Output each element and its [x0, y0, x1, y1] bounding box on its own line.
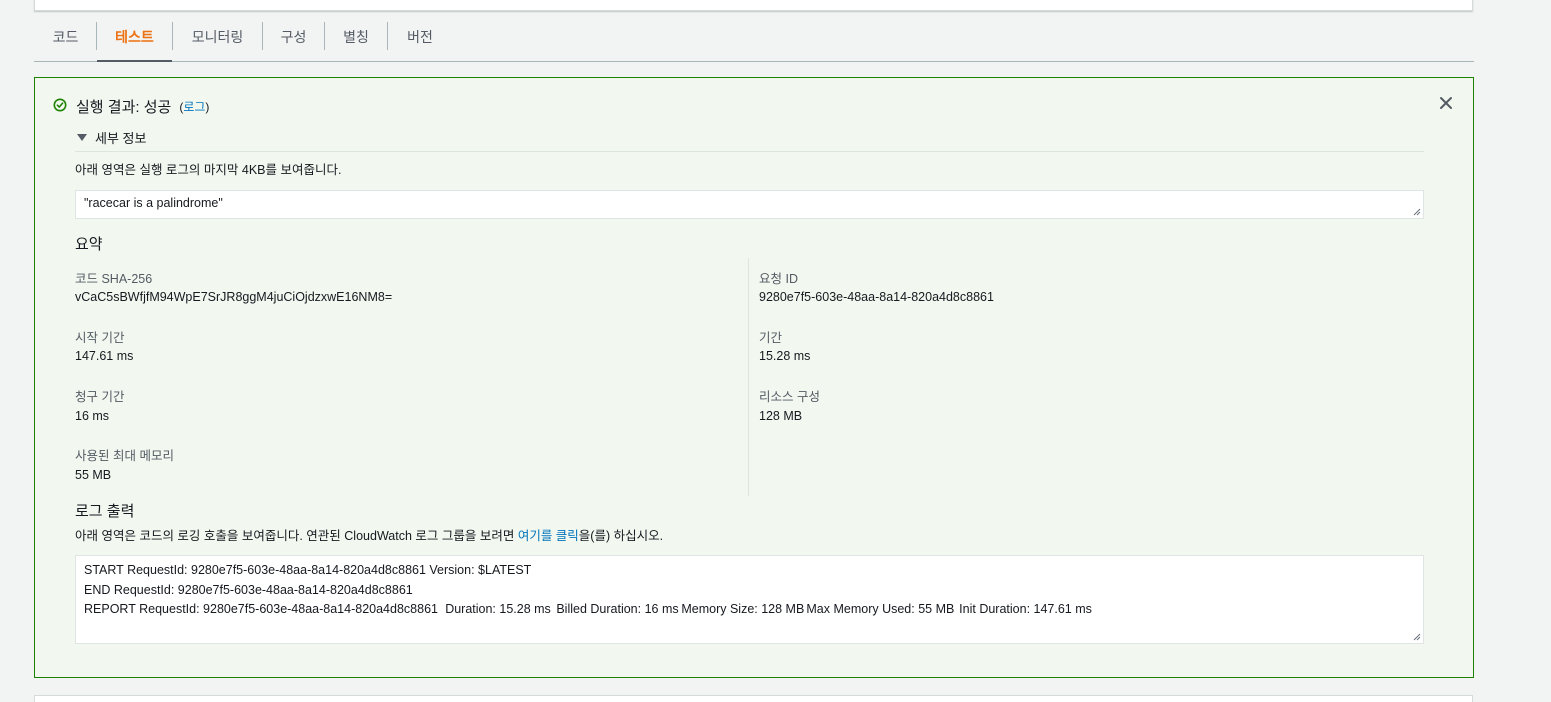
result-title: 실행 결과: 성공: [76, 99, 172, 116]
code-sha-label: 코드 SHA-256: [75, 272, 153, 286]
code-sha-value: vCaC5sBWfjfM94WpE7SrJR8ggM4juCiOjdzxwE16…: [75, 290, 393, 304]
details-label: 세부 정보: [95, 131, 147, 146]
log-output-title: 로그 출력: [75, 503, 135, 520]
tab-code[interactable]: 코드: [44, 12, 87, 61]
tab-monitoring[interactable]: 모니터링: [173, 12, 262, 61]
log-link-close-paren: ): [205, 100, 210, 114]
return-value-textarea[interactable]: "racecar is a palindrome": [75, 190, 1424, 219]
caret-down-icon: [77, 134, 87, 141]
log-output-description: 아래 영역은 코드의 로깅 호출을 보여줍니다. 연관된 CloudWatch …: [75, 525, 663, 544]
log-line: REPORT RequestId: 9280e7f5-603e-48aa-8a1…: [84, 602, 1092, 616]
max-memory-value: 55 MB: [75, 468, 112, 482]
logs-link[interactable]: 로그: [183, 100, 205, 114]
return-value: "racecar is a palindrome": [84, 196, 223, 210]
tab-aliases[interactable]: 별칭: [325, 12, 387, 61]
log-desc-text: 아래 영역은 코드의 로깅 호출을 보여줍니다. 연관된 CloudWatch …: [75, 529, 518, 543]
resize-handle-icon[interactable]: [1413, 633, 1421, 641]
log-line: START RequestId: 9280e7f5-603e-48aa-8a14…: [84, 563, 532, 577]
log-output-textarea[interactable]: START RequestId: 9280e7f5-603e-48aa-8a14…: [75, 555, 1424, 644]
billed-duration-label: 청구 기간: [75, 390, 125, 404]
cloudwatch-link[interactable]: 여기를 클릭: [518, 529, 579, 543]
request-id-label: 요청 ID: [759, 272, 798, 286]
tab-configuration[interactable]: 구성: [263, 12, 324, 61]
summary-column-divider: [748, 258, 749, 496]
next-section-card: [34, 695, 1473, 702]
log-link-wrapper: (로그): [179, 98, 209, 115]
init-duration-label: 시작 기간: [75, 331, 125, 345]
details-expander[interactable]: 세부 정보: [77, 128, 146, 147]
check-circle-icon: [53, 98, 67, 111]
log-desc-suffix: 을(를) 하십시오.: [578, 529, 664, 543]
duration-value: 15.28 ms: [759, 349, 811, 363]
max-memory-label: 사용된 최대 메모리: [75, 449, 174, 463]
billed-duration-value: 16 ms: [75, 409, 110, 423]
resources-label: 리소스 구성: [759, 390, 820, 404]
tab-test[interactable]: 테스트: [97, 12, 172, 62]
page: 코드 테스트 모니터링 구성 별칭 버전 실행 결과: 성공 (로그) 세부 정…: [0, 0, 1551, 702]
summary-title: 요약: [75, 236, 103, 253]
result-header: 실행 결과: 성공 (로그): [53, 96, 209, 117]
duration-label: 기간: [759, 331, 783, 345]
log-line: END RequestId: 9280e7f5-603e-48aa-8a14-8…: [84, 582, 413, 597]
resize-handle-icon[interactable]: [1413, 208, 1421, 216]
details-description: 아래 영역은 실행 로그의 마지막 4KB를 보여줍니다.: [75, 163, 342, 177]
function-overview-card: [34, 0, 1473, 11]
execution-result-panel: 실행 결과: 성공 (로그) 세부 정보 아래 영역은 실행 로그의 마지막 4…: [34, 77, 1474, 678]
tab-versions[interactable]: 버전: [388, 12, 452, 61]
resources-value: 128 MB: [759, 409, 803, 423]
init-duration-value: 147.61 ms: [75, 349, 134, 363]
close-icon[interactable]: [1439, 96, 1453, 110]
function-tabs: 코드 테스트 모니터링 구성 별칭 버전: [34, 12, 1474, 62]
request-id-value: 9280e7f5-603e-48aa-8a14-820a4d8c8861: [759, 290, 994, 304]
details-divider: [75, 151, 1424, 152]
